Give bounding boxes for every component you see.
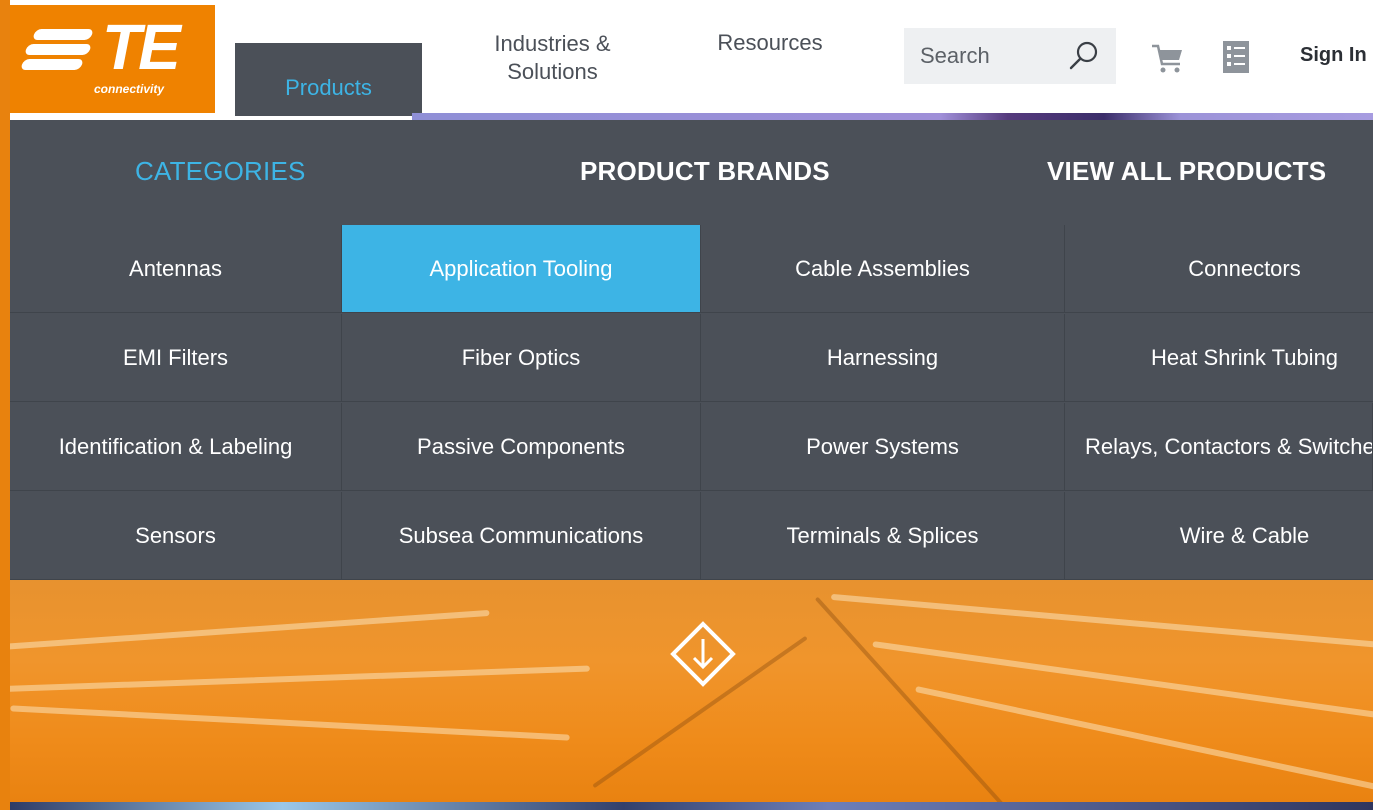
category-wire-cable[interactable]: Wire & Cable <box>1065 492 1373 580</box>
category-application-tooling[interactable]: Application Tooling <box>342 225 701 313</box>
tab-categories[interactable]: CATEGORIES <box>135 156 306 187</box>
cart-icon[interactable] <box>1150 40 1186 76</box>
logo-subtext: connectivity <box>94 82 165 96</box>
category-power-systems[interactable]: Power Systems <box>701 403 1065 491</box>
menu-tabs: CATEGORIES PRODUCT BRANDS VIEW ALL PRODU… <box>10 120 1373 225</box>
category-fiber-optics[interactable]: Fiber Optics <box>342 314 701 402</box>
nav-industries-solutions[interactable]: Industries & Solutions <box>460 30 645 86</box>
page-edge <box>0 0 10 810</box>
products-mega-menu: CATEGORIES PRODUCT BRANDS VIEW ALL PRODU… <box>10 120 1373 580</box>
category-connectors[interactable]: Connectors <box>1065 225 1373 313</box>
scroll-down-icon[interactable] <box>670 621 736 687</box>
tab-product-brands[interactable]: PRODUCT BRANDS <box>580 156 830 187</box>
category-harnessing[interactable]: Harnessing <box>701 314 1065 402</box>
category-identification-labeling[interactable]: Identification & Labeling <box>10 403 342 491</box>
search-icon[interactable] <box>1068 40 1100 72</box>
hero-bottom-edge <box>10 802 1373 810</box>
nav-industries-line1: Industries & <box>494 31 611 56</box>
te-logo[interactable]: TE connectivity <box>10 5 215 113</box>
category-emi-filters[interactable]: EMI Filters <box>10 314 342 402</box>
category-antennas[interactable]: Antennas <box>10 225 342 313</box>
category-cable-assemblies[interactable]: Cable Assemblies <box>701 225 1065 313</box>
category-subsea-communications[interactable]: Subsea Communications <box>342 492 701 580</box>
nav-resources[interactable]: Resources <box>695 30 845 56</box>
sign-in-link[interactable]: Sign In <box>1300 44 1367 67</box>
tab-view-all-products[interactable]: VIEW ALL PRODUCTS <box>1047 156 1326 187</box>
nav-industries-line2: Solutions <box>507 59 598 84</box>
nav-products[interactable]: Products <box>235 43 422 116</box>
site-header: TE connectivity Products Industries & So… <box>10 0 1373 116</box>
checklist-icon[interactable] <box>1222 40 1250 74</box>
category-heat-shrink-tubing[interactable]: Heat Shrink Tubing <box>1065 314 1373 402</box>
logo-text: TE <box>102 11 181 83</box>
category-sensors[interactable]: Sensors <box>10 492 342 580</box>
hero-banner <box>10 580 1373 810</box>
category-passive-components[interactable]: Passive Components <box>342 403 701 491</box>
category-relays-contactors-switches[interactable]: Relays, Contactors & Switches <box>1065 403 1373 491</box>
category-grid: Antennas Application Tooling Cable Assem… <box>10 225 1373 580</box>
search-input[interactable] <box>904 28 1054 84</box>
search-box <box>904 28 1116 84</box>
category-terminals-splices[interactable]: Terminals & Splices <box>701 492 1065 580</box>
